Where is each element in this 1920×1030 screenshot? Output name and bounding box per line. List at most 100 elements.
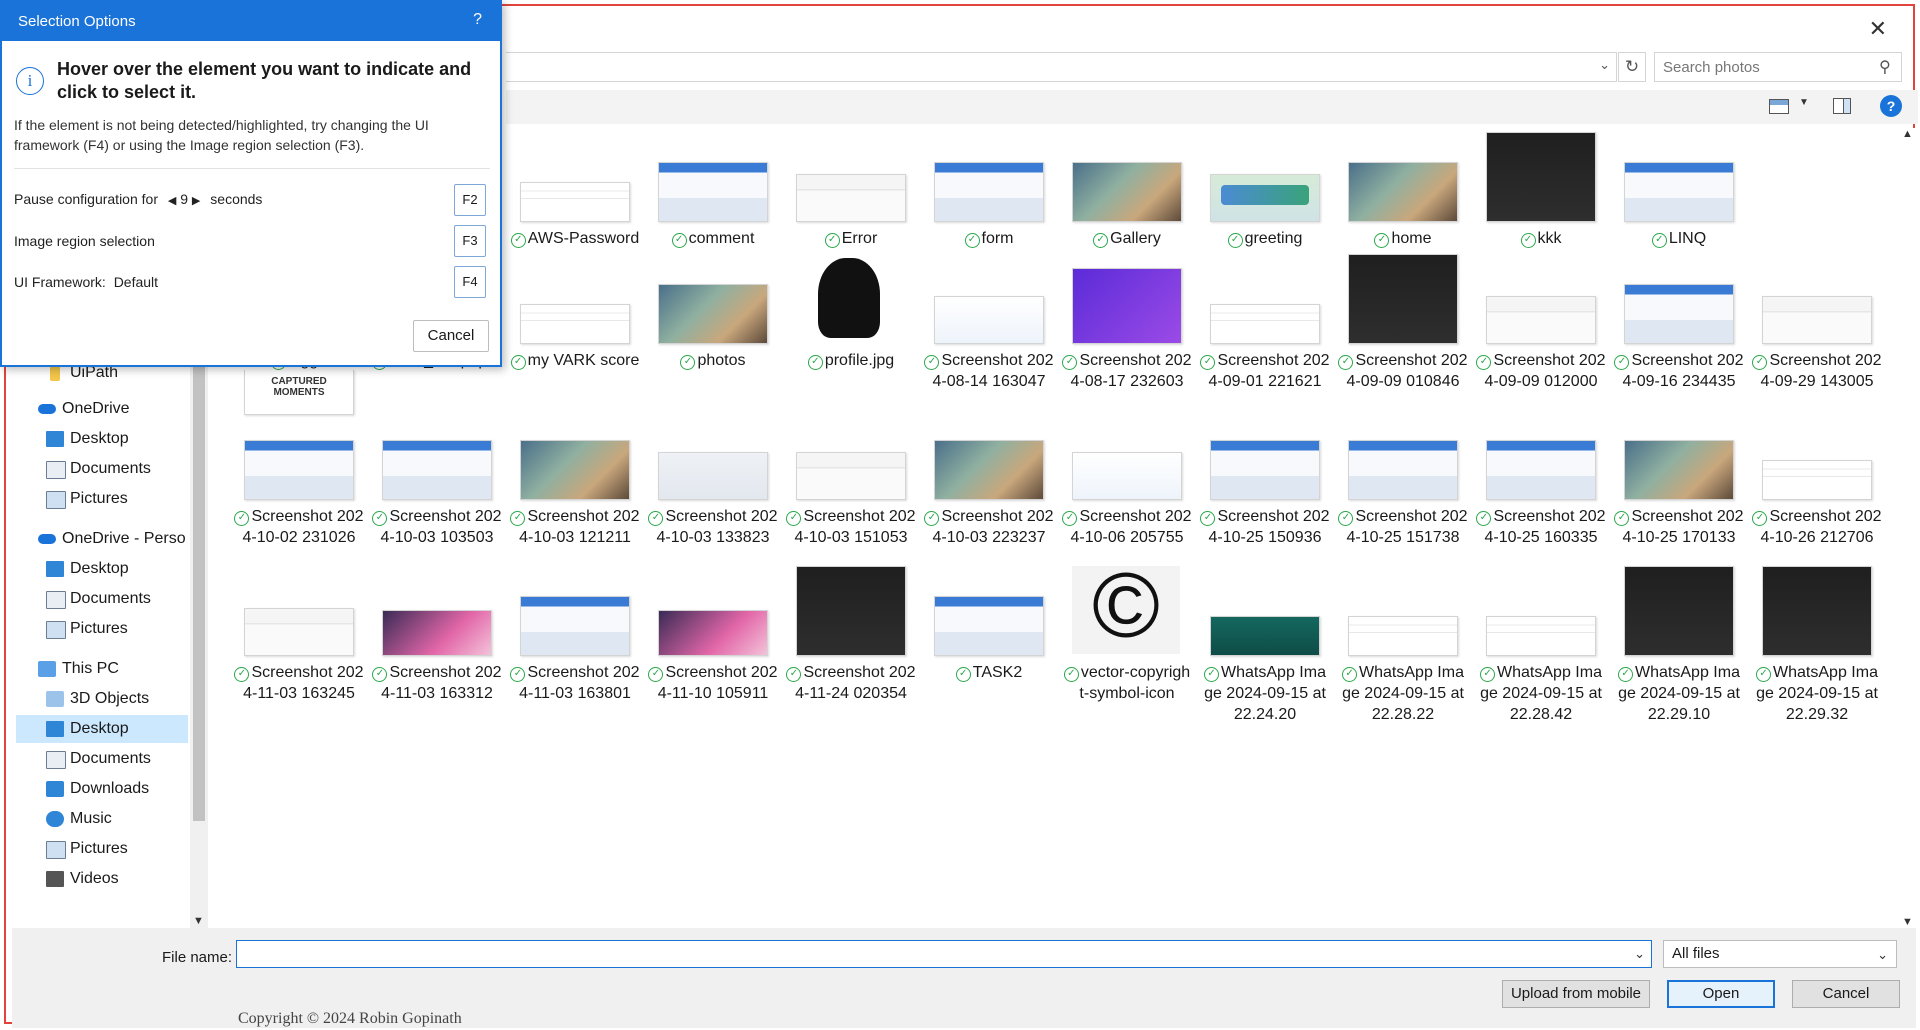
file-name-text: Screenshot 2024-08-17 232603	[1070, 352, 1192, 390]
file-thumbnail	[520, 440, 630, 500]
sync-check-icon: ✓	[1062, 511, 1078, 526]
address-bar[interactable]: ⌄	[506, 52, 1617, 82]
nav-item[interactable]: Documents	[16, 585, 188, 613]
desktop-icon	[46, 561, 64, 577]
pictures-icon	[46, 621, 66, 639]
nav-item[interactable]: Desktop	[16, 715, 188, 743]
refresh-button[interactable]: ↻	[1618, 52, 1646, 82]
region-label[interactable]: Image region selection	[14, 233, 155, 249]
nav-item[interactable]: Pictures	[16, 835, 188, 863]
nav-item[interactable]: Documents	[16, 455, 188, 483]
scroll-up-icon[interactable]: ▲	[1902, 128, 1913, 140]
file-name-text: WhatsApp Image 2024-09-15 at 22.29.32	[1756, 664, 1878, 723]
region-hotkey-button[interactable]: F3	[454, 225, 486, 257]
videos-icon	[46, 871, 64, 887]
music-icon	[46, 811, 64, 827]
nav-scroll-thumb[interactable]	[193, 361, 205, 821]
file-thumbnail	[1210, 304, 1320, 344]
file-name-label: ✓ Screenshot 2024-10-25 151738	[1338, 506, 1468, 548]
sync-check-icon: ✓	[924, 355, 940, 370]
cancel-button[interactable]: Cancel	[1792, 980, 1900, 1008]
scroll-down-icon[interactable]: ▼	[193, 915, 204, 927]
sync-check-icon: ✓	[1338, 355, 1354, 370]
file-name-text: Screenshot 2024-10-03 103503	[380, 508, 502, 546]
nav-item[interactable]: Pictures	[16, 615, 188, 643]
file-scrollbar[interactable]: ▲ ▼	[1899, 128, 1917, 928]
file-name-label: ✓ Screenshot 2024-11-24 020354	[786, 662, 916, 704]
nav-item[interactable]: Music	[16, 805, 188, 833]
pause-value[interactable]: 9	[180, 191, 188, 207]
thumbnail-text: CAPTURED MOMENTS	[271, 376, 327, 398]
nav-item-label: OneDrive	[62, 400, 130, 417]
nav-item[interactable]: Pictures	[16, 485, 188, 513]
file-thumbnail	[1762, 566, 1872, 656]
file-name-label: ✓ TASK2	[924, 662, 1054, 683]
file-name-label: ✓ profile.jpg	[786, 350, 916, 371]
increase-pause-icon[interactable]: ▶	[192, 195, 200, 207]
file-name-label: ✓ LINQ	[1614, 228, 1744, 249]
sync-check-icon: ✓	[234, 511, 250, 526]
nav-scrollbar[interactable]: ▼	[190, 361, 208, 929]
file-name-text: Screenshot 2024-10-26 212706	[1760, 508, 1882, 546]
nav-item[interactable]: Downloads	[16, 775, 188, 803]
filename-input[interactable]: ⌄	[236, 940, 1652, 968]
file-name-label: ✓ Screenshot 2024-09-29 143005	[1752, 350, 1882, 392]
file-thumbnail	[1348, 254, 1458, 344]
sync-check-icon: ✓	[1651, 233, 1667, 248]
open-button[interactable]: Open	[1667, 980, 1775, 1008]
cube-icon	[46, 691, 64, 707]
file-name-text: Screenshot 2024-11-03 163245	[243, 664, 364, 702]
copyright-symbol-icon: ©	[1092, 555, 1160, 657]
file-name-text: form	[981, 230, 1014, 247]
sync-check-icon: ✓	[1614, 511, 1630, 526]
framework-value[interactable]: Default	[114, 274, 158, 290]
nav-item[interactable]: Documents	[16, 745, 188, 773]
file-name-label: ✓ Screenshot 2024-11-03 163801	[510, 662, 640, 704]
sync-check-icon: ✓	[1476, 355, 1492, 370]
chevron-down-icon[interactable]: ⌄	[1634, 946, 1645, 962]
preview-pane-icon[interactable]	[1833, 98, 1851, 114]
file-name-label: ✓ Screenshot 2024-11-03 163312	[372, 662, 502, 704]
documents-icon	[46, 461, 66, 479]
nav-item[interactable]: 3D Objects	[16, 685, 188, 713]
view-menu-caret-icon[interactable]: ▼	[1799, 97, 1809, 108]
file-thumbnail	[382, 610, 492, 656]
file-thumbnail	[1348, 162, 1458, 222]
file-name-text: Screenshot 2024-08-14 163047	[932, 352, 1054, 390]
pause-hotkey-button[interactable]: F2	[454, 184, 486, 216]
file-thumbnail	[934, 596, 1044, 656]
sync-check-icon: ✓	[824, 233, 840, 248]
upload-from-mobile-button[interactable]: Upload from mobile	[1502, 980, 1650, 1008]
nav-item-label: Desktop	[70, 720, 129, 737]
file-type-select[interactable]: All files ⌄	[1663, 940, 1897, 968]
file-thumbnail	[1072, 452, 1182, 500]
file-name-text: Screenshot 2024-10-03 133823	[656, 508, 778, 546]
nav-item-label: Pictures	[70, 620, 128, 637]
file-name-text: Error	[841, 230, 878, 247]
file-thumbnail	[1624, 284, 1734, 344]
popup-help-icon[interactable]: ?	[473, 11, 482, 29]
sync-check-icon: ✓	[510, 667, 526, 682]
nav-item[interactable]: Desktop	[16, 555, 188, 583]
decrease-pause-icon[interactable]: ◀	[168, 195, 176, 207]
close-icon[interactable]: ✕	[1869, 16, 1887, 42]
change-view-icon[interactable]	[1769, 99, 1789, 114]
chevron-down-icon: ⌄	[1877, 947, 1888, 962]
framework-hotkey-button[interactable]: F4	[454, 266, 486, 298]
nav-item[interactable]: OneDrive - Perso	[16, 525, 188, 553]
help-icon[interactable]: ?	[1880, 95, 1902, 117]
nav-item[interactable]: Videos	[16, 865, 188, 893]
sync-check-icon: ✓	[1480, 667, 1496, 682]
scroll-down-icon[interactable]: ▼	[1902, 916, 1913, 928]
nav-item-label: Music	[70, 810, 112, 827]
nav-item[interactable]: OneDrive	[16, 395, 188, 423]
nav-item[interactable]: This PC	[16, 655, 188, 683]
nav-item[interactable]: Desktop	[16, 425, 188, 453]
file-name-text: vector-copyright-symbol-icon	[1079, 664, 1191, 702]
search-box[interactable]: Search photos ⚲	[1654, 52, 1902, 82]
chevron-down-icon[interactable]: ⌄	[1599, 57, 1610, 73]
search-input[interactable]: Search photos	[1663, 59, 1760, 76]
file-name-text: Screenshot 2024-10-03 121211	[519, 508, 640, 546]
popup-cancel-button[interactable]: Cancel	[413, 320, 489, 352]
sync-check-icon: ✓	[955, 667, 971, 682]
